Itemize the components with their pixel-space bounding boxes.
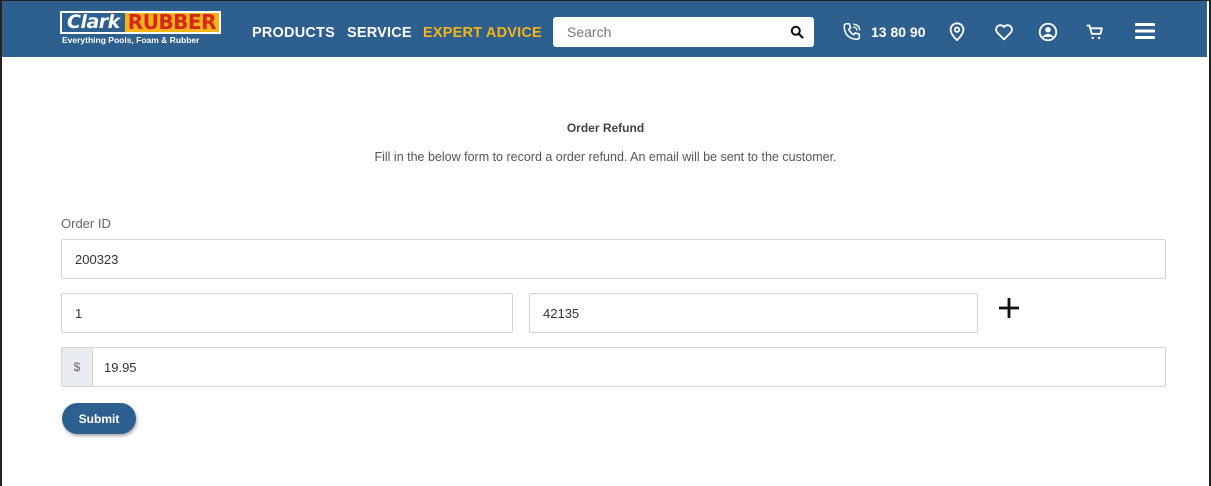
refund-amount-field: $ — [61, 347, 1166, 387]
search-input[interactable] — [553, 17, 783, 47]
order-id-input[interactable] — [62, 240, 1165, 278]
product-code-input[interactable] — [530, 294, 977, 332]
page-subtitle: Fill in the below form to record a order… — [374, 150, 837, 164]
nav-expert-advice[interactable]: EXPERT ADVICE — [423, 25, 542, 41]
logo-box: Clark RUBBER — [60, 11, 221, 34]
logo-clark-text: Clark — [62, 13, 125, 32]
hamburger-menu-icon[interactable] — [1133, 20, 1157, 42]
currency-prefix: $ — [62, 348, 93, 386]
product-code-field — [529, 293, 978, 333]
location-pin-icon[interactable] — [946, 21, 968, 43]
logo-rubber-text: RUBBER — [124, 12, 219, 32]
cart-icon[interactable] — [1084, 21, 1106, 43]
refund-amount-input[interactable] — [93, 348, 1165, 386]
order-id-field — [61, 239, 1166, 279]
clark-rubber-logo[interactable]: Clark RUBBER Everything Pools, Foam & Ru… — [60, 11, 226, 55]
logo-tagline: Everything Pools, Foam & Rubber — [62, 35, 200, 45]
plus-icon[interactable] — [997, 296, 1021, 320]
user-circle-icon[interactable] — [1037, 21, 1059, 43]
search-box — [553, 17, 814, 47]
heart-icon[interactable] — [993, 21, 1015, 43]
order-id-label: Order ID — [61, 216, 111, 231]
phone-icon[interactable] — [841, 21, 863, 43]
submit-button[interactable]: Submit — [62, 403, 136, 434]
quantity-input[interactable] — [62, 294, 512, 332]
quantity-field — [61, 293, 513, 333]
phone-number-link[interactable]: 13 80 90 — [871, 24, 926, 40]
nav-products[interactable]: PRODUCTS — [252, 25, 335, 41]
search-icon[interactable] — [790, 25, 804, 39]
nav-service[interactable]: SERVICE — [347, 25, 412, 41]
page-title: Order Refund — [566, 121, 645, 135]
